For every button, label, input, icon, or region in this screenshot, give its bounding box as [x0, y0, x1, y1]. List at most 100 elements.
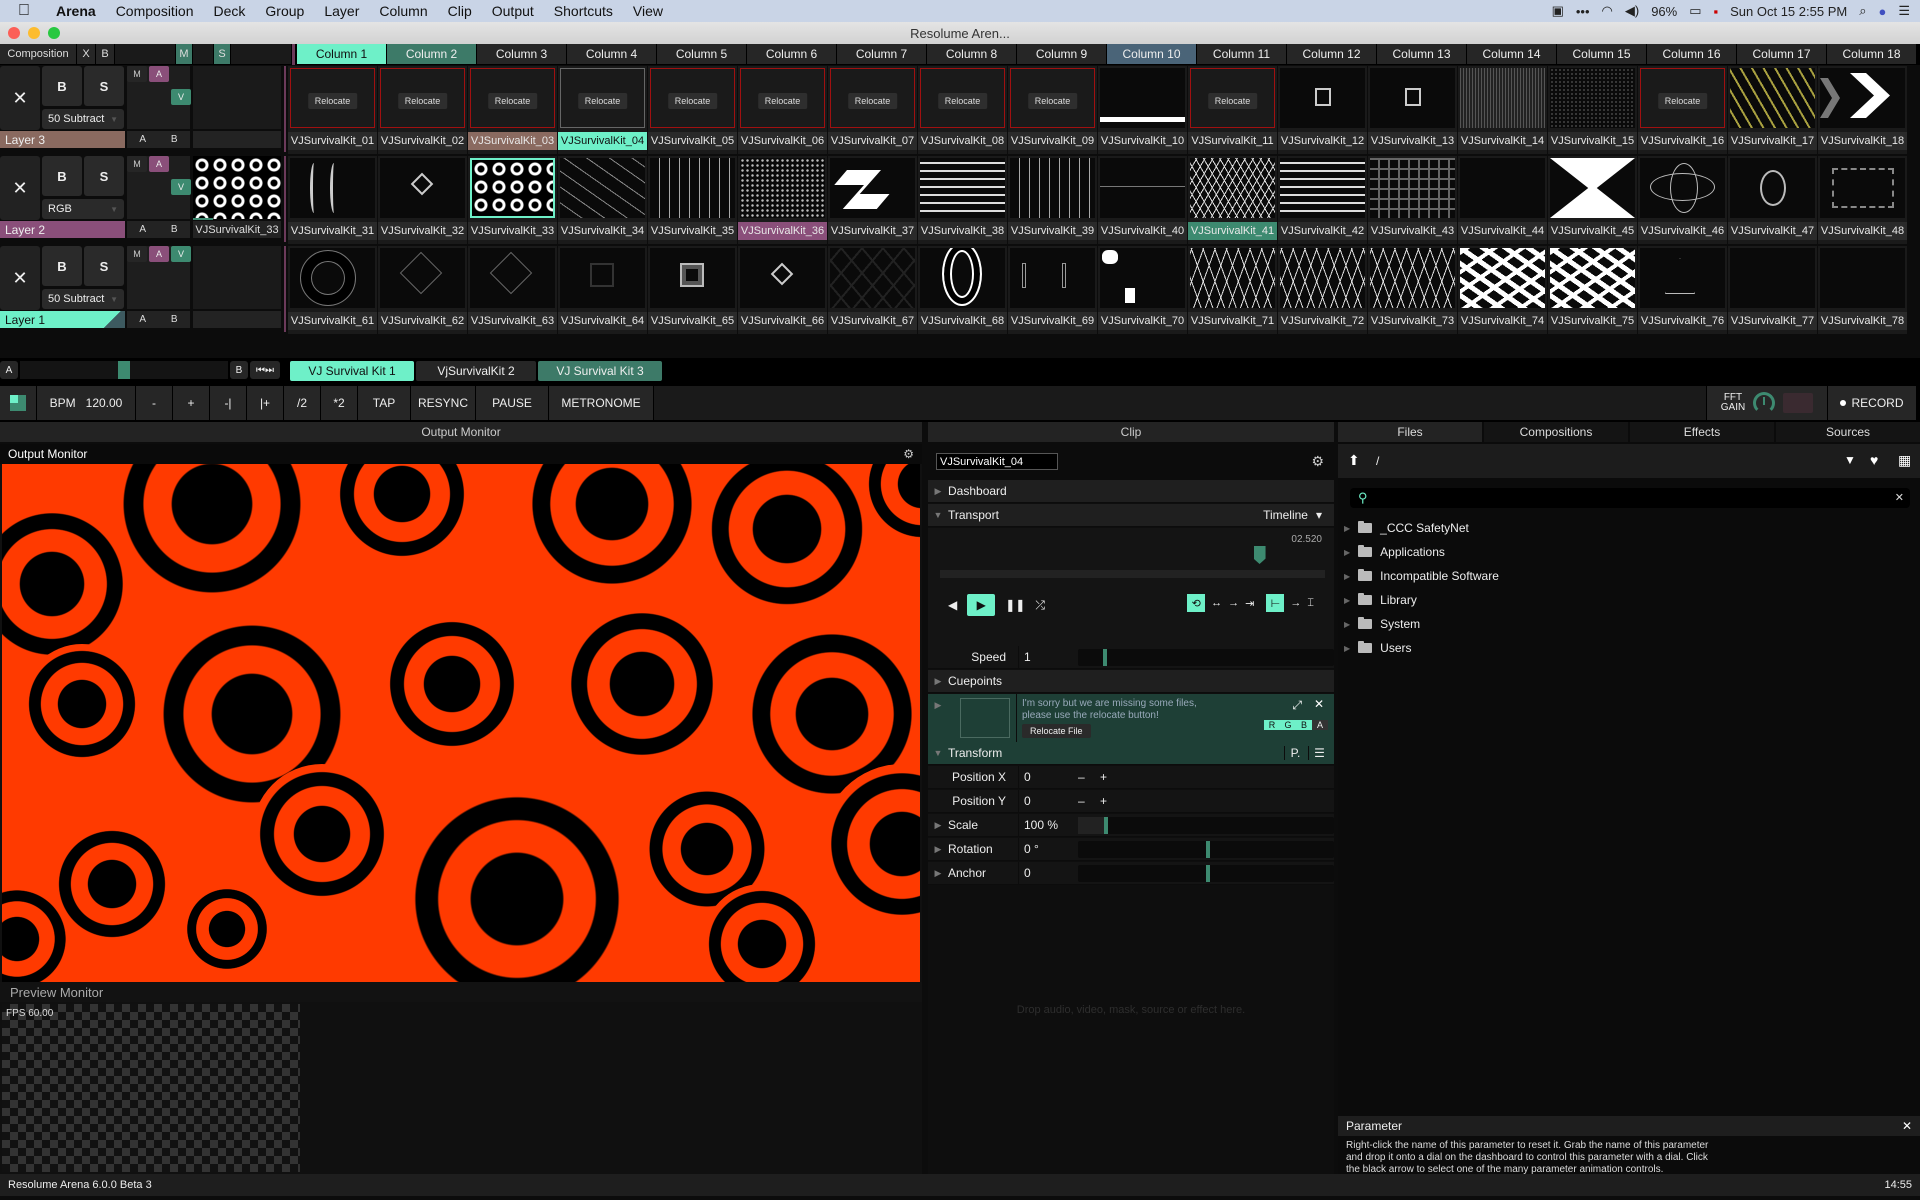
clip-slot[interactable]: VJSurvivalKit_12 — [1278, 66, 1367, 154]
gain-dial[interactable] — [1753, 392, 1776, 414]
clip-slot[interactable]: VJSurvivalKit_45 — [1548, 156, 1637, 244]
speed-slider-knob[interactable] — [1103, 649, 1107, 666]
param-value[interactable]: 0 — [1024, 770, 1031, 784]
param-decrement-button[interactable]: – — [1078, 770, 1085, 784]
dashboard-section[interactable]: ▶ Dashboard — [928, 480, 1334, 503]
bpm-decrease-button[interactable]: - — [136, 386, 172, 420]
menu-clip[interactable]: Clip — [448, 3, 472, 19]
record-button[interactable]: RECORD — [1828, 386, 1916, 420]
speed-value[interactable]: 1 — [1024, 650, 1031, 664]
bpm-double-button[interactable]: *2 — [321, 386, 357, 420]
clip-slot[interactable]: VJSurvivalKit_78 — [1818, 246, 1907, 334]
column-header-17[interactable]: Column 17 — [1737, 44, 1826, 64]
layer-solo-button[interactable]: S — [84, 156, 124, 196]
clip-slot[interactable]: VJSurvivalKit_42 — [1278, 156, 1367, 244]
menu-shortcuts[interactable]: Shortcuts — [554, 3, 613, 19]
crossfader-slider[interactable] — [20, 361, 228, 379]
clip-slot[interactable]: VJSurvivalKit_63 — [468, 246, 557, 334]
menu-group[interactable]: Group — [265, 3, 304, 19]
column-header-3[interactable]: Column 3 — [477, 44, 566, 64]
column-header-15[interactable]: Column 15 — [1557, 44, 1646, 64]
menu-composition[interactable]: Composition — [116, 3, 194, 19]
layer-video-button[interactable]: V — [171, 246, 191, 262]
channel-g-toggle[interactable]: G — [1280, 720, 1296, 730]
relocate-button[interactable]: Relocate — [577, 93, 628, 109]
tab-effects[interactable]: Effects — [1630, 422, 1774, 442]
beat-snap-option-2[interactable]: → — [1290, 597, 1301, 609]
crossfader-b-button[interactable]: B — [230, 361, 248, 379]
expand-arrow-icon[interactable]: ▶ — [1344, 596, 1350, 605]
clip-slot[interactable]: VJSurvivalKit_39 — [1008, 156, 1097, 244]
clip-slot[interactable]: VJSurvivalKit_32 — [378, 156, 467, 244]
wifi-icon[interactable]: ◠ — [1602, 3, 1613, 19]
column-header-4[interactable]: Column 4 — [567, 44, 656, 64]
crossfader-handle[interactable] — [118, 361, 130, 379]
column-header-14[interactable]: Column 14 — [1467, 44, 1556, 64]
column-header-1[interactable]: Column 1 — [297, 44, 386, 64]
output-settings-gear-icon[interactable]: ⚙ — [903, 447, 914, 461]
menu-view[interactable]: View — [633, 3, 663, 19]
clip-slot[interactable]: VJSurvivalKit_72 — [1278, 246, 1367, 334]
tab-files[interactable]: Files — [1338, 422, 1482, 442]
blend-mode-dropdown[interactable]: 50 Subtract ▼ — [42, 289, 124, 309]
column-header-16[interactable]: Column 16 — [1647, 44, 1736, 64]
channel-a-toggle[interactable]: A — [1312, 720, 1328, 730]
param-value[interactable]: 0 — [1024, 794, 1031, 808]
param-slider[interactable] — [1078, 865, 1334, 882]
layer-name[interactable]: Layer 1 — [0, 311, 125, 328]
playhead-handle[interactable] — [1253, 546, 1266, 564]
menu-deck[interactable]: Deck — [214, 3, 246, 19]
bpm-value[interactable]: 120.00 — [86, 396, 123, 410]
relocate-button[interactable]: Relocate — [307, 93, 358, 109]
menu-column[interactable]: Column — [379, 3, 427, 19]
play-backward-button[interactable]: ◀ — [948, 598, 957, 612]
expand-arrow-icon[interactable]: ▶ — [1344, 644, 1350, 653]
param-value[interactable]: 0 ° — [1024, 842, 1039, 856]
param-increment-button[interactable]: + — [1100, 770, 1107, 784]
layer-bypass-button[interactable]: B — [42, 156, 82, 196]
view-mode-icon[interactable]: ▦ — [1898, 452, 1911, 469]
column-header-13[interactable]: Column 13 — [1377, 44, 1466, 64]
relocate-button[interactable]: Relocate — [847, 93, 898, 109]
clip-slot[interactable]: VJSurvivalKit_77 — [1728, 246, 1817, 334]
folder-item[interactable]: ▶ Library — [1344, 590, 1417, 610]
clip-slot[interactable]: Relocate VJSurvivalKit_08 — [918, 66, 1007, 154]
layer-clear-button[interactable]: ✕ — [0, 156, 40, 220]
play-once-button[interactable]: → — [1228, 597, 1239, 609]
clip-slot[interactable]: Relocate VJSurvivalKit_01 — [288, 66, 377, 154]
play-once-hold-button[interactable]: ⇥ — [1245, 597, 1254, 610]
composition-button[interactable]: Composition — [0, 44, 76, 64]
screen-record-icon[interactable]: ▣ — [1552, 3, 1564, 19]
clip-slot[interactable]: VJSurvivalKit_73 — [1368, 246, 1457, 334]
clip-slot[interactable]: Relocate VJSurvivalKit_09 — [1008, 66, 1097, 154]
composition-clear-button[interactable]: X — [77, 44, 95, 64]
layer-mask-button[interactable]: M — [127, 66, 147, 82]
layer-name[interactable]: Layer 3 — [0, 131, 125, 148]
relocate-button[interactable]: Relocate — [1657, 93, 1708, 109]
relocate-button[interactable]: Relocate — [667, 93, 718, 109]
folder-item[interactable]: ▶ Users — [1344, 638, 1412, 658]
transform-preset-button[interactable]: P. — [1284, 746, 1306, 760]
battery-icon[interactable]: ▭ — [1689, 3, 1701, 19]
clip-slot[interactable]: VJSurvivalKit_13 — [1368, 66, 1457, 154]
deck-tab-3[interactable]: VJ Survival Kit 3 — [538, 361, 662, 381]
clip-slot[interactable]: VJSurvivalKit_17 — [1728, 66, 1817, 154]
transport-section[interactable]: ▼ Transport Timeline ▾ — [928, 504, 1334, 527]
clip-slot[interactable]: VJSurvivalKit_40 — [1098, 156, 1187, 244]
relocate-button[interactable]: Relocate — [397, 93, 448, 109]
param-decrement-button[interactable]: – — [1078, 794, 1085, 808]
spotlight-icon[interactable]: ⌕ — [1859, 3, 1866, 19]
folder-item[interactable]: ▶ Applications — [1344, 542, 1445, 562]
more-icon[interactable]: ••• — [1576, 4, 1590, 19]
layer-bypass-button[interactable]: B — [42, 246, 82, 286]
clip-slot[interactable]: VJSurvivalKit_69 — [1008, 246, 1097, 334]
layer-video-button[interactable]: V — [171, 89, 191, 105]
clip-slot[interactable]: Relocate VJSurvivalKit_02 — [378, 66, 467, 154]
blend-mode-dropdown[interactable]: 50 Subtract ▼ — [42, 109, 124, 129]
blend-mode-dropdown[interactable]: RGB ▼ — [42, 199, 124, 219]
clip-slot[interactable]: VJSurvivalKit_47 — [1728, 156, 1817, 244]
resync-button[interactable]: RESYNC — [411, 386, 475, 420]
crossfader-b-assign[interactable]: B — [171, 134, 178, 145]
clip-slot[interactable]: VJSurvivalKit_10 — [1098, 66, 1187, 154]
beat-snap-button[interactable]: ⊢ — [1266, 594, 1285, 612]
